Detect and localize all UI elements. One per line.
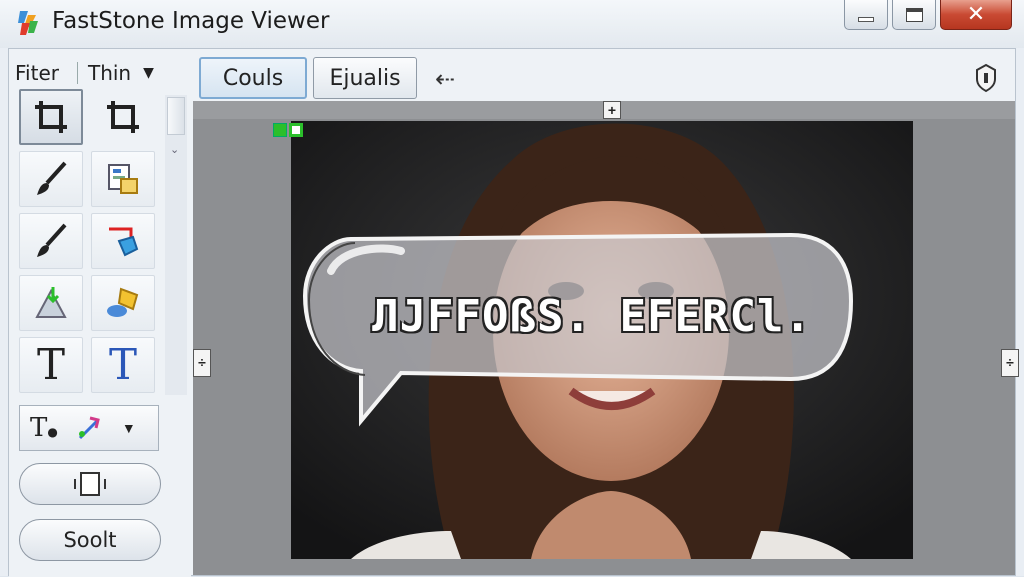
shape-arrow-icon xyxy=(109,227,139,257)
left-tool-panel: Fiter Thin ▼ T T ⌄ T● ▼ Soolt xyxy=(9,49,191,577)
minimize-icon xyxy=(858,17,874,22)
text-style-dropdown[interactable]: T● ▼ xyxy=(19,405,159,451)
left-resize-handle[interactable]: ÷ xyxy=(193,349,211,377)
text-t-icon: T xyxy=(36,340,65,389)
text-tool[interactable]: T xyxy=(19,337,83,393)
maximize-icon xyxy=(905,7,923,22)
chevron-down-icon[interactable]: ▼ xyxy=(143,65,154,81)
paint-tool[interactable] xyxy=(19,213,83,269)
brush-icon xyxy=(37,161,67,195)
green-marker-icon xyxy=(273,123,287,137)
maximize-button[interactable] xyxy=(892,0,936,30)
crop-icon xyxy=(107,101,139,133)
image-canvas[interactable]: + ÷ ÷ ЛJFFOßS. EFERCl. xyxy=(193,101,1019,575)
magic-wand-icon xyxy=(78,416,100,440)
clone-stamp-icon xyxy=(108,164,138,194)
selection-badge[interactable] xyxy=(273,123,305,139)
top-toolbar: Couls Ejualis ⇠ xyxy=(195,55,1015,103)
shield-icon[interactable] xyxy=(973,63,999,93)
sort-button[interactable]: Soolt xyxy=(19,519,161,561)
back-arrow-icon[interactable]: ⇠ xyxy=(435,65,455,94)
ejualis-button[interactable]: Ejualis xyxy=(313,57,417,99)
window-controls: ✕ xyxy=(844,0,1012,30)
objects-tool[interactable] xyxy=(91,275,155,331)
resize-frame-icon xyxy=(74,472,106,496)
title-bar[interactable]: FastStone Image Viewer ✕ xyxy=(0,0,1024,48)
crop-tool-active[interactable] xyxy=(19,89,83,145)
app-window: FastStone Image Viewer ✕ Fiter Thin ▼ T … xyxy=(0,0,1024,577)
filter-label[interactable]: Fiter xyxy=(15,61,59,85)
right-resize-handle[interactable]: ÷ xyxy=(1001,349,1019,377)
paintbrush-icon xyxy=(37,223,67,257)
client-area: Fiter Thin ▼ T T ⌄ T● ▼ Soolt Couls Ejua… xyxy=(8,48,1019,577)
text-color-tool[interactable]: T xyxy=(91,337,155,393)
crop-tool[interactable] xyxy=(91,89,155,145)
text-t-blue-icon: T xyxy=(108,340,137,389)
select-arrow-icon xyxy=(35,287,67,318)
separator xyxy=(76,62,78,84)
thin-label[interactable]: Thin xyxy=(88,61,131,85)
chevron-down-icon[interactable]: ⌄ xyxy=(170,143,179,156)
resize-button[interactable] xyxy=(19,463,161,505)
close-button[interactable]: ✕ xyxy=(940,0,1012,30)
tool-scrollbar[interactable]: ⌄ xyxy=(165,95,187,395)
portrait-image xyxy=(291,121,913,559)
close-icon: ✕ xyxy=(966,1,986,27)
couls-button[interactable]: Couls xyxy=(199,57,307,99)
minimize-button[interactable] xyxy=(844,0,888,30)
filter-row: Fiter Thin ▼ xyxy=(15,59,191,87)
brush-tool[interactable] xyxy=(19,151,83,207)
objects-icon xyxy=(107,287,139,317)
window-title: FastStone Image Viewer xyxy=(52,8,330,34)
shape-tool[interactable] xyxy=(91,213,155,269)
chevron-down-icon[interactable]: ▼ xyxy=(122,420,136,436)
top-resize-handle[interactable]: + xyxy=(603,101,621,119)
select-tool[interactable] xyxy=(19,275,83,331)
text-style-icon: T● xyxy=(30,413,58,443)
scrollbar-thumb[interactable] xyxy=(167,97,185,135)
square-marker-icon xyxy=(289,123,303,137)
portrait-photo: ЛJFFOßS. EFERCl. xyxy=(291,121,913,559)
crop-icon xyxy=(35,101,67,133)
app-logo-icon xyxy=(18,11,38,35)
clone-tool[interactable] xyxy=(91,151,155,207)
